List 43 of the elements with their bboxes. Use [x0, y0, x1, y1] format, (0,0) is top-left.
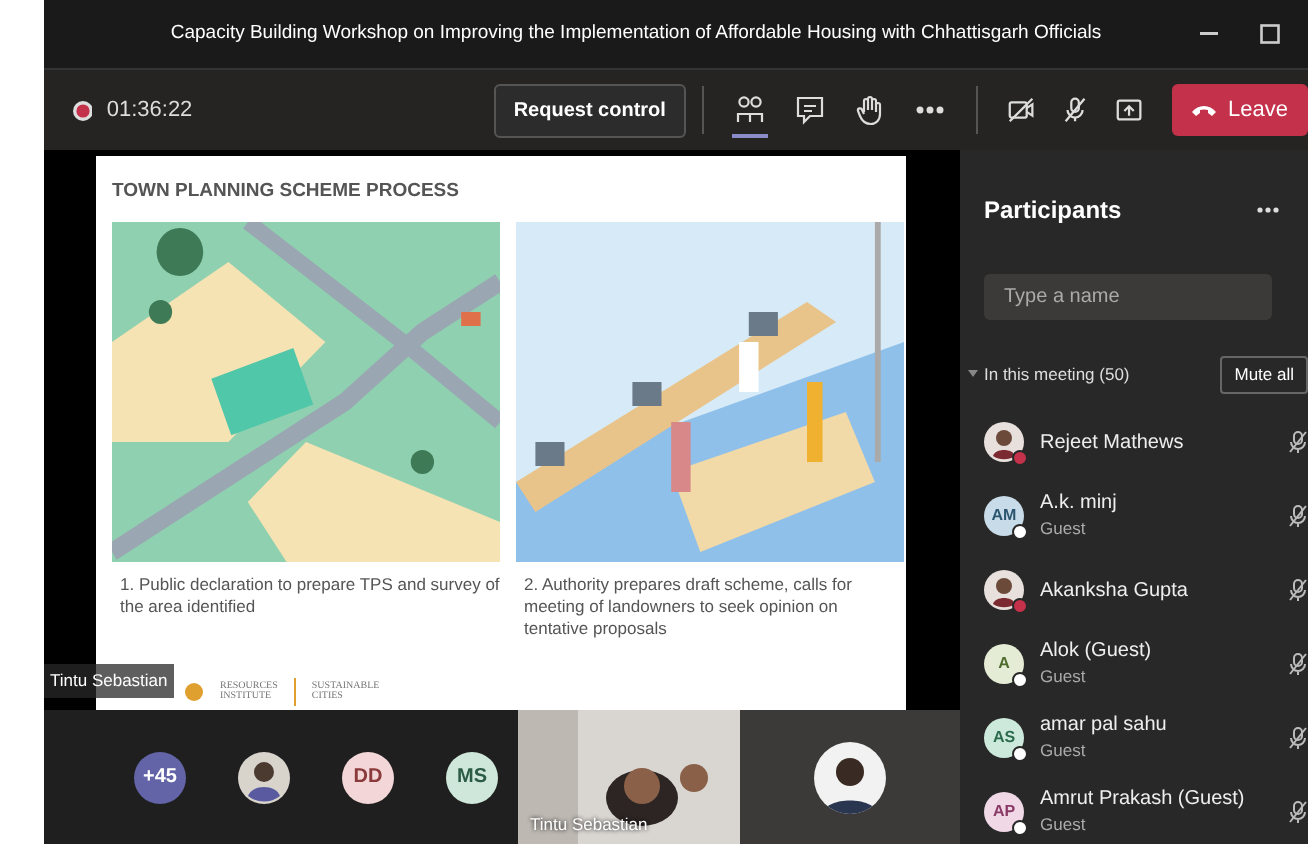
- search-field[interactable]: Type a name: [984, 274, 1272, 320]
- participant-name: Akanksha Gupta: [1040, 579, 1190, 602]
- participant-name: Amrut Prakash (Guest): [1040, 788, 1247, 812]
- mute-all-button[interactable]: Mute all: [1220, 356, 1308, 394]
- window-title: Capacity Building Workshop on Improving the Implementation of Affordable Housing with Chhattisgarh Officials: [170, 19, 1102, 48]
- participant-role: Guest: [1040, 737, 1088, 763]
- avatar: AS: [984, 718, 1024, 759]
- participant-avatar: MS: [446, 751, 498, 803]
- participant-avatar: [238, 751, 290, 803]
- participant-role: Guest: [1040, 515, 1088, 541]
- avatar: AM: [984, 496, 1024, 537]
- hand-icon: [853, 94, 886, 126]
- participant-name: Alok (Guest): [1040, 640, 1154, 664]
- panel-title: Participants: [984, 194, 1124, 228]
- request-control-button[interactable]: Request control: [493, 83, 686, 137]
- participant-name: Rejeet Mathews: [1040, 431, 1186, 454]
- section-header[interactable]: In this meeting (50): [984, 362, 1130, 388]
- camera-off-icon[interactable]: [1005, 94, 1036, 126]
- slide-title: TOWN PLANNING SCHEME PROCESS: [112, 178, 461, 206]
- participant-name: amar pal sahu: [1040, 714, 1169, 738]
- presenter-name: Tintu Sebastian: [44, 664, 174, 698]
- more-icon[interactable]: [1256, 206, 1280, 214]
- leave-button[interactable]: Leave: [1172, 83, 1308, 137]
- overflow-count: +45: [134, 751, 186, 803]
- phone-icon: [1192, 104, 1217, 116]
- participant-role: Guest: [1040, 811, 1088, 837]
- slide-caption: 1. Public declaration to prepare TPS and survey of the area identified: [118, 574, 500, 617]
- participant-role: Guest: [1040, 663, 1088, 689]
- minimize-icon[interactable]: [1200, 32, 1218, 36]
- participant-avatar: DD: [342, 751, 394, 803]
- avatar: AP: [984, 792, 1024, 833]
- maximize-icon[interactable]: [1260, 24, 1280, 44]
- caret-icon[interactable]: [968, 370, 978, 379]
- slide-caption: 2. Authority prepares draft scheme, calls for meeting of landowners to seek opinion on tentative proposals: [522, 574, 854, 639]
- chat-icon: [793, 94, 826, 126]
- share-screen-icon[interactable]: [1113, 94, 1145, 126]
- mic-off-icon[interactable]: [1059, 94, 1090, 126]
- people-icon: [733, 94, 766, 126]
- avatar: A: [984, 644, 1024, 685]
- participant-name: A.k. minj: [1040, 492, 1119, 516]
- logo-icon: [184, 682, 204, 702]
- elapsed-time: 01:36:22: [106, 95, 193, 126]
- participant-avatar: [814, 741, 886, 813]
